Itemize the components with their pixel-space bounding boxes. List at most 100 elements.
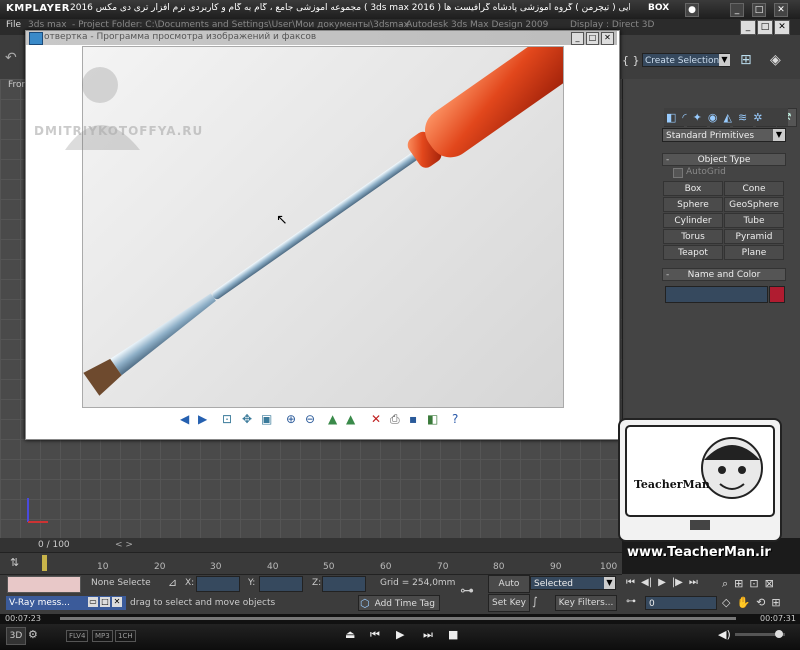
play-icon[interactable]: ▶ xyxy=(658,577,666,588)
file-menu[interactable]: File xyxy=(6,20,21,30)
undo-icon[interactable]: ↶ xyxy=(5,50,17,66)
track-bar[interactable] xyxy=(0,552,622,575)
restore-icon[interactable]: ▭ xyxy=(88,597,98,607)
coord-y-field[interactable] xyxy=(259,576,303,592)
braces-icon[interactable]: { } xyxy=(622,54,640,67)
volume-handle[interactable] xyxy=(775,630,783,638)
zoom-in-icon[interactable]: ⊕ xyxy=(286,412,296,426)
player-menu-icon[interactable]: ● xyxy=(685,3,699,17)
name-color-rollout[interactable]: - Name and Color xyxy=(662,268,786,281)
next-image-icon[interactable]: ▶ xyxy=(198,412,207,426)
eraser-icon[interactable]: ◈ xyxy=(770,52,781,68)
edit-image-icon[interactable]: ◧ xyxy=(427,412,438,426)
rotate-clockwise-icon[interactable]: ▲ xyxy=(328,412,337,426)
delete-icon[interactable]: ✕ xyxy=(371,412,381,426)
tube-button[interactable]: Tube xyxy=(724,213,784,228)
image-viewer-title-bar[interactable]: отвертка - Программа просмотра изображен… xyxy=(26,31,617,45)
selected-dropdown[interactable]: Selected ▼ xyxy=(530,576,616,590)
cameras-icon[interactable]: ◉ xyxy=(708,111,718,124)
auto-key-button[interactable]: Auto Key xyxy=(488,575,530,605)
sphere-button[interactable]: Sphere xyxy=(663,197,723,212)
save-icon[interactable]: ▪ xyxy=(409,412,417,426)
time-cursor[interactable] xyxy=(42,555,47,571)
key-filters-button[interactable]: Key Filters... xyxy=(555,595,617,611)
autogrid-checkbox[interactable] xyxy=(673,168,683,178)
settings-icon[interactable]: ⚙ xyxy=(28,628,38,641)
goto-start-icon[interactable]: ⏮ xyxy=(626,577,635,588)
3d-toggle-icon[interactable]: 3D xyxy=(6,627,26,645)
lock-selection-icon[interactable]: ⊿ xyxy=(168,576,177,589)
primitive-type-dropdown[interactable]: Standard Primitives ▼ xyxy=(662,128,786,142)
max-close-icon[interactable]: ✕ xyxy=(774,20,790,35)
best-fit-icon[interactable]: ⊡ xyxy=(222,412,232,426)
object-name-field[interactable] xyxy=(665,286,768,303)
track-bar-toggle-icon[interactable]: ⇅ xyxy=(10,556,19,569)
player-close-icon[interactable]: ✕ xyxy=(774,3,788,17)
eject-icon[interactable]: ⏏ xyxy=(345,628,355,641)
coord-x-field[interactable] xyxy=(196,576,240,592)
player-minimize-icon[interactable]: _ xyxy=(730,3,744,17)
add-time-tag-button[interactable]: Add Time Tag xyxy=(358,595,440,611)
max-maximize-icon[interactable]: □ xyxy=(757,20,773,35)
previous-image-icon[interactable]: ◀ xyxy=(180,412,189,426)
geometry-icon[interactable]: ◧ xyxy=(666,111,676,124)
actual-size-icon[interactable]: ✥ xyxy=(242,412,252,426)
prev-frame-icon[interactable]: ◀| xyxy=(641,577,652,588)
field-of-view-icon[interactable]: ◇ xyxy=(722,596,730,609)
chevron-down-icon[interactable]: ▼ xyxy=(719,54,730,66)
maximize-viewport-icon[interactable]: ⊞ xyxy=(771,596,780,609)
lights-icon[interactable]: ✦ xyxy=(693,111,702,124)
max-minimize-icon[interactable]: _ xyxy=(740,20,756,35)
current-frame-field[interactable]: 0 xyxy=(645,596,717,610)
time-slider[interactable] xyxy=(0,538,622,552)
teacherman-url[interactable]: www.TeacherMan.ir xyxy=(627,545,771,560)
next-frame-icon[interactable]: |▶ xyxy=(672,577,683,588)
geosphere-button[interactable]: GeoSphere xyxy=(724,197,784,212)
stop-icon[interactable]: ■ xyxy=(448,628,458,641)
selection-set-dropdown[interactable]: Create Selection Se xyxy=(642,53,730,67)
player-box-label[interactable]: BOX xyxy=(648,3,669,13)
goto-end-icon[interactable]: ⏭ xyxy=(689,577,698,588)
torus-button[interactable]: Torus xyxy=(663,229,723,244)
box-button[interactable]: Box xyxy=(663,181,723,196)
spacewarps-icon[interactable]: ≋ xyxy=(738,111,747,124)
systems-icon[interactable]: ✲ xyxy=(753,111,762,124)
viewer-maximize-icon[interactable]: □ xyxy=(586,32,599,45)
rotate-counterclockwise-icon[interactable]: ▲ xyxy=(346,412,355,426)
cone-button[interactable]: Cone xyxy=(724,181,784,196)
cylinder-button[interactable]: Cylinder xyxy=(663,213,723,228)
zoom-extents-icon[interactable]: ⊡ xyxy=(749,577,758,591)
orbit-icon[interactable]: ⟲ xyxy=(756,596,765,609)
time-slider-arrows[interactable]: < > xyxy=(115,540,133,550)
pyramid-button[interactable]: Pyramid xyxy=(724,229,784,244)
set-key-button[interactable]: Set Key xyxy=(488,594,530,612)
teapot-button[interactable]: Teapot xyxy=(663,245,723,260)
object-color-swatch[interactable] xyxy=(769,286,785,303)
key-mode-icon[interactable]: ∫ xyxy=(532,595,538,608)
object-type-rollout[interactable]: - Object Type xyxy=(662,153,786,166)
speaker-icon[interactable]: ◀) xyxy=(718,628,731,641)
viewer-close-icon[interactable]: ✕ xyxy=(601,32,614,45)
next-icon[interactable]: ⏭ xyxy=(423,628,433,642)
zoom-icon[interactable]: ⌕ xyxy=(722,577,728,591)
plane-button[interactable]: Plane xyxy=(724,245,784,260)
zoom-all-icon[interactable]: ⊞ xyxy=(734,577,743,591)
zoom-out-icon[interactable]: ⊖ xyxy=(305,412,315,426)
play-icon[interactable]: ▶ xyxy=(396,628,404,641)
viewer-minimize-icon[interactable]: _ xyxy=(571,32,584,45)
zoom-extents-all-icon[interactable]: ⊠ xyxy=(765,577,774,591)
helpers-icon[interactable]: ◭ xyxy=(724,111,732,124)
maxscript-listener[interactable] xyxy=(7,576,81,593)
help-icon[interactable]: ? xyxy=(452,412,458,426)
shapes-icon[interactable]: ◜ xyxy=(682,111,686,124)
slideshow-icon[interactable]: ▣ xyxy=(261,412,272,426)
previous-icon[interactable]: ⏮ xyxy=(370,628,380,642)
key-mode-toggle-icon[interactable]: ⊶ xyxy=(626,596,636,607)
player-maximize-icon[interactable]: □ xyxy=(752,3,766,17)
pan-icon[interactable]: ✋ xyxy=(736,596,750,609)
coord-z-field[interactable] xyxy=(322,576,366,592)
key-icon[interactable]: ⊶ xyxy=(460,583,474,599)
mirror-icon[interactable]: ⊞ xyxy=(740,52,752,68)
close-icon[interactable]: ✕ xyxy=(112,597,122,607)
print-icon[interactable]: ⎙ xyxy=(390,412,400,427)
